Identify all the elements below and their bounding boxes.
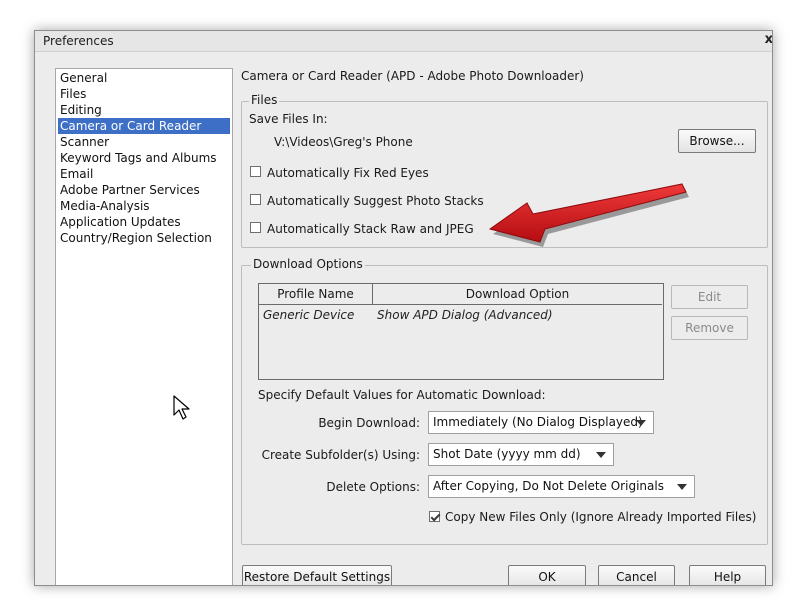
mouse-pointer-icon: [173, 395, 190, 420]
red-arrow-icon: [488, 183, 689, 247]
